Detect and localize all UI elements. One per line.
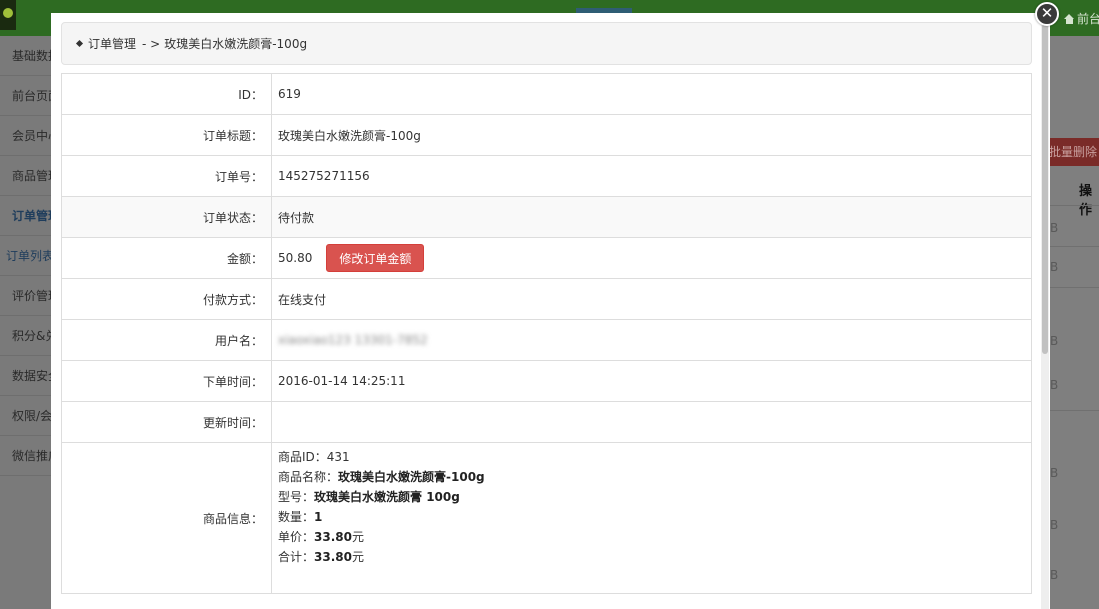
updated-time-value [271, 401, 1032, 443]
order-title-value: 玫瑰美白水嫩洗颜膏-100g [271, 114, 1032, 156]
close-modal-button[interactable]: ✕ [1035, 2, 1059, 26]
table-row-divider [1050, 205, 1099, 206]
close-icon: ✕ [1040, 4, 1054, 22]
table-row-amount: 金额： 50.80 修改订单金额 [61, 237, 1032, 279]
table-row-status: 订单状态： 待付款 [61, 196, 1032, 238]
table-row-cell: B [1050, 518, 1059, 532]
product-name-line: 商品名称：玫瑰美白水嫩洗颜膏-100g [278, 467, 1031, 487]
field-label: 用户名： [61, 319, 272, 361]
table-row-cell: B [1050, 466, 1059, 480]
field-label: 更新时间： [61, 401, 272, 443]
product-id-value: 431 [326, 450, 350, 464]
scrollbar-thumb[interactable] [1042, 24, 1048, 354]
product-total-line: 合计：33.80元 [278, 547, 1031, 567]
breadcrumb: 订单管理 - > 玫瑰美白水嫩洗颜膏-100g [61, 22, 1032, 65]
product-total-value: 33.80 [314, 550, 352, 564]
table-row-divider [1050, 287, 1099, 288]
amount-cell: 50.80 修改订单金额 [271, 237, 1032, 279]
product-price-unit: 元 [351, 530, 364, 544]
field-label: 下单时间： [61, 360, 272, 402]
table-row-order-number: 订单号： 145275271156 [61, 155, 1032, 197]
field-label: 订单号： [61, 155, 272, 197]
field-label: 订单状态： [61, 196, 272, 238]
product-price-label: 单价： [278, 530, 315, 544]
frontend-link[interactable]: 前台 [1064, 10, 1099, 27]
table-row-cell: B [1050, 334, 1059, 348]
product-qty-label: 数量： [278, 510, 315, 524]
table-row-id: ID： 619 [61, 73, 1032, 115]
table-row-cell: B [1050, 260, 1059, 274]
product-model-value: 玫瑰美白水嫩洗颜膏 100g [314, 490, 460, 504]
breadcrumb-current: 玫瑰美白水嫩洗颜膏-100g [164, 37, 308, 51]
product-total-unit: 元 [351, 550, 364, 564]
payment-method-value: 在线支付 [271, 278, 1032, 320]
username-value: xiaoxiao123 13301-7852 [278, 333, 428, 347]
field-label: ID： [61, 73, 272, 115]
order-id-value: 619 [271, 73, 1032, 115]
product-info: 商品ID：431 商品名称：玫瑰美白水嫩洗颜膏-100g 型号：玫瑰美白水嫩洗颜… [278, 445, 1031, 591]
frontend-link-label: 前台 [1077, 12, 1099, 26]
diamond-icon [75, 39, 84, 48]
table-row-divider [1050, 246, 1099, 247]
product-model-line: 型号：玫瑰美白水嫩洗颜膏 100g [278, 487, 1031, 507]
product-id-label: 商品ID： [278, 450, 327, 464]
table-row-payment-method: 付款方式： 在线支付 [61, 278, 1032, 320]
order-amount-value: 50.80 [278, 251, 313, 265]
created-time-value: 2016-01-14 14:25:11 [271, 360, 1032, 402]
product-qty-value: 1 [314, 510, 323, 524]
table-row-divider [1050, 410, 1099, 411]
table-row-cell: B [1050, 221, 1059, 235]
username-cell: xiaoxiao123 13301-7852 [271, 319, 1032, 361]
product-id-line: 商品ID：431 [278, 447, 1031, 467]
table-row-username: 用户名： xiaoxiao123 13301-7852 [61, 319, 1032, 361]
home-icon [1064, 14, 1075, 24]
order-detail-table: ID： 619 订单标题： 玫瑰美白水嫩洗颜膏-100g 订单号： 145275… [61, 73, 1032, 594]
product-total-label: 合计： [278, 550, 315, 564]
breadcrumb-separator: - > [142, 37, 161, 51]
breadcrumb-section[interactable]: 订单管理 [88, 37, 136, 51]
table-row-updated-time: 更新时间： [61, 401, 1032, 443]
field-label: 付款方式： [61, 278, 272, 320]
product-price-line: 单价：33.80元 [278, 527, 1031, 547]
batch-delete-button[interactable]: 批量删除 [1043, 138, 1099, 166]
order-number-value: 145275271156 [271, 155, 1032, 197]
field-label: 金额： [61, 237, 272, 279]
product-model-label: 型号： [278, 490, 315, 504]
table-row-created-time: 下单时间： 2016-01-14 14:25:11 [61, 360, 1032, 402]
field-label: 订单标题： [61, 114, 272, 156]
edit-amount-button[interactable]: 修改订单金额 [326, 244, 425, 272]
modal-scrollbar[interactable] [1041, 20, 1049, 609]
product-qty-line: 数量：1 [278, 507, 1031, 527]
product-name-label: 商品名称： [278, 470, 339, 484]
table-row-product-info: 商品信息： 商品ID：431 商品名称：玫瑰美白水嫩洗颜膏-100g 型号：玫瑰… [61, 442, 1032, 594]
product-name-value: 玫瑰美白水嫩洗颜膏-100g [338, 470, 485, 484]
order-detail-modal: 订单管理 - > 玫瑰美白水嫩洗颜膏-100g ID： 619 订单标题： 玫瑰美白… [51, 13, 1050, 609]
field-label: 商品信息： [61, 442, 272, 594]
product-price-value: 33.80 [314, 530, 352, 544]
order-status-value: 待付款 [271, 196, 1032, 238]
table-row-title: 订单标题： 玫瑰美白水嫩洗颜膏-100g [61, 114, 1032, 156]
product-info-cell: 商品ID：431 商品名称：玫瑰美白水嫩洗颜膏-100g 型号：玫瑰美白水嫩洗颜… [271, 442, 1032, 594]
admin-logo [0, 0, 16, 30]
table-row-cell: B [1050, 568, 1059, 582]
actions-column-header: 操作 [1079, 184, 1093, 218]
table-row-cell: B [1050, 378, 1059, 392]
